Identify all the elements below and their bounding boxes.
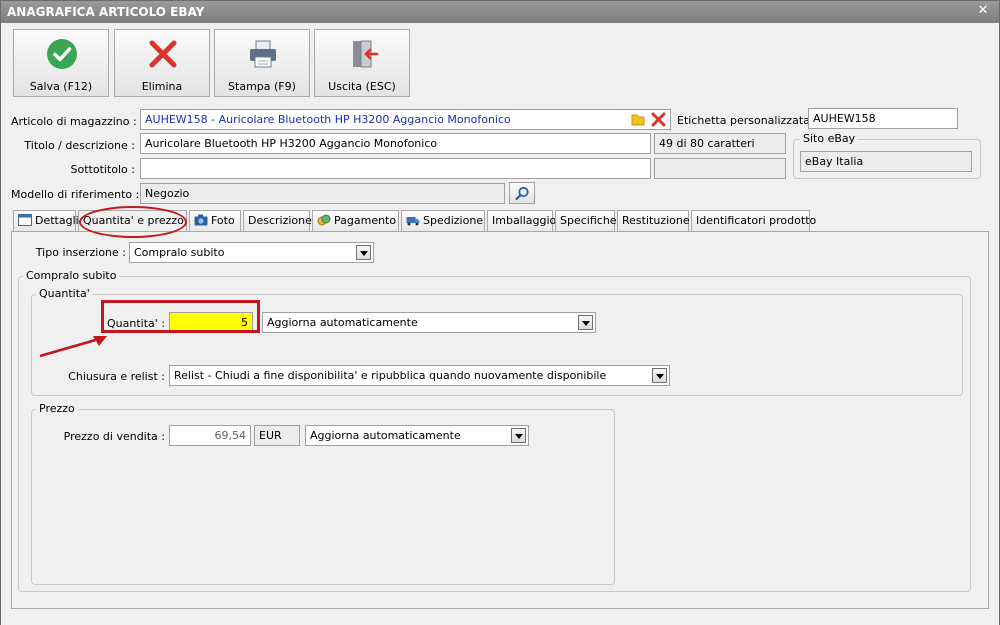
sito-ebay-group: Sito eBay eBay Italia <box>793 132 981 179</box>
search-icon <box>515 186 529 201</box>
tab-dettagli[interactable]: Dettagli <box>13 210 79 232</box>
char-count-text: 49 di 80 caratteri <box>659 137 755 150</box>
prezzo-mode-value: Aggiorna automaticamente <box>310 429 461 442</box>
tab-pagamento[interactable]: Pagamento <box>312 210 399 232</box>
prezzo-group-title: Prezzo <box>36 402 78 415</box>
delete-label: Elimina <box>141 80 183 93</box>
sito-ebay-value: eBay Italia <box>805 155 864 168</box>
sito-ebay-field: eBay Italia <box>800 151 972 172</box>
printer-icon <box>250 40 276 68</box>
exit-label: Uscita (ESC) <box>328 80 396 93</box>
currency-value: EUR <box>259 429 282 442</box>
tab-spedizione[interactable]: Spedizione <box>401 210 485 232</box>
details-icon <box>18 214 32 226</box>
prezzo-label: Prezzo di vendita : <box>63 430 165 443</box>
etichetta-field[interactable]: AUHEW158 <box>808 108 958 129</box>
chiusura-relist-select[interactable]: Relist - Chiudi a fine disponibilita' e … <box>169 365 670 386</box>
exit-button[interactable]: Uscita (ESC) <box>314 29 410 97</box>
tab-quantita-prezzo[interactable]: Quantita' e prezzo <box>78 210 187 233</box>
compralo-subito-title: Compralo subito <box>23 269 120 282</box>
tab-pagamento-label: Pagamento <box>334 214 397 227</box>
prezzo-field[interactable]: 69,54 <box>169 425 251 446</box>
tab-imballaggio[interactable]: Imballaggio <box>487 210 557 232</box>
save-button[interactable]: Salva (F12) <box>13 29 109 97</box>
quantita-field[interactable]: 5 <box>169 312 253 333</box>
modello-field: Negozio <box>140 183 505 204</box>
payment-icon <box>317 214 331 226</box>
titolo-field[interactable]: Auricolare Bluetooth HP H3200 Aggancio M… <box>140 133 651 154</box>
tab-restituzione[interactable]: Restituzione <box>617 210 690 232</box>
prezzo-group: Prezzo Prezzo di vendita : 69,54 EUR Agg… <box>31 402 615 585</box>
shipping-icon <box>406 217 420 226</box>
tipo-inserzione-label: Tipo inserzione : <box>35 246 126 259</box>
tab-imballaggio-label: Imballaggio <box>492 214 557 227</box>
save-label: Salva (F12) <box>29 80 93 93</box>
chevron-down-icon[interactable] <box>578 315 593 330</box>
titolo-label: Titolo / descrizione : <box>24 139 135 152</box>
tab-identificatori-prodotto-label: Identificatori prodotto <box>696 214 817 227</box>
folder-icon[interactable] <box>631 113 646 126</box>
modello-value: Negozio <box>145 187 190 200</box>
chevron-down-icon[interactable] <box>356 245 371 260</box>
tipo-inserzione-value: Compralo subito <box>134 246 225 259</box>
char-count: 49 di 80 caratteri <box>654 133 786 154</box>
articolo-value: AUHEW158 - Auricolare Bluetooth HP H3200… <box>145 113 511 126</box>
titolo-value: Auricolare Bluetooth HP H3200 Aggancio M… <box>145 137 438 150</box>
exit-door-icon <box>353 40 379 68</box>
print-label: Stampa (F9) <box>228 80 296 93</box>
tab-panel-quantita-prezzo: Tipo inserzione : Compralo subito Compra… <box>11 231 989 609</box>
tab-restituzione-label: Restituzione <box>622 214 690 227</box>
quantita-label: Quantita' : <box>107 317 165 330</box>
sottotitolo-field[interactable] <box>140 158 651 179</box>
etichetta-value: AUHEW158 <box>813 112 876 125</box>
x-delete-icon <box>149 40 177 68</box>
tab-identificatori-prodotto[interactable]: Identificatori prodotto <box>691 210 816 232</box>
sito-ebay-title: Sito eBay <box>800 132 859 145</box>
tab-spedizione-label: Spedizione <box>423 214 484 227</box>
quantita-mode-select[interactable]: Aggiorna automaticamente <box>262 312 596 333</box>
modello-label: Modello di riferimento : <box>11 188 140 201</box>
delete-button[interactable]: Elimina <box>114 29 210 97</box>
prezzo-value: 69,54 <box>214 429 247 442</box>
chevron-down-icon[interactable] <box>511 428 526 443</box>
quantita-group-title: Quantita' <box>36 287 93 300</box>
tab-specifiche[interactable]: Specifiche <box>555 210 617 232</box>
clear-x-icon[interactable] <box>651 112 666 127</box>
chevron-down-icon[interactable] <box>652 368 667 383</box>
status-bar <box>1 613 999 625</box>
sottotitolo-count <box>654 158 786 179</box>
tab-quantita-prezzo-label: Quantita' e prezzo <box>83 214 184 227</box>
window-title: ANAGRAFICA ARTICOLO EBAY <box>7 5 205 19</box>
chiusura-relist-value: Relist - Chiudi a fine disponibilita' e … <box>174 369 607 382</box>
chiusura-relist-label: Chiusura e relist : <box>68 370 165 383</box>
tab-descrizione-label: Descrizione <box>248 214 312 227</box>
tab-specifiche-label: Specifiche <box>560 214 617 227</box>
quantita-value: 5 <box>241 316 248 329</box>
ebay-item-window: ANAGRAFICA ARTICOLO EBAY ✕ Salva (F12) E… <box>0 0 1000 625</box>
tab-descrizione[interactable]: Descrizione <box>243 210 312 232</box>
prezzo-mode-select[interactable]: Aggiorna automaticamente <box>305 425 529 446</box>
etichetta-label: Etichetta personalizzata : <box>677 114 818 127</box>
checkmark-icon <box>47 39 77 69</box>
arrow-annotation-icon <box>39 336 107 358</box>
currency-field: EUR <box>254 425 300 446</box>
print-button[interactable]: Stampa (F9) <box>214 29 310 97</box>
sottotitolo-label: Sottotitolo : <box>70 163 135 176</box>
tab-foto[interactable]: Foto <box>189 210 241 232</box>
compralo-subito-group: Compralo subito Quantita' Quantita' : 5 … <box>18 269 971 592</box>
quantita-mode-value: Aggiorna automaticamente <box>267 316 418 329</box>
articolo-label: Articolo di magazzino : <box>11 115 137 128</box>
tipo-inserzione-select[interactable]: Compralo subito <box>129 242 374 263</box>
modello-search-button[interactable] <box>509 182 535 204</box>
tab-foto-label: Foto <box>211 214 235 227</box>
close-icon[interactable]: ✕ <box>975 3 991 19</box>
camera-icon <box>194 214 208 226</box>
quantita-group: Quantita' Quantita' : 5 Aggiorna automat… <box>31 287 963 396</box>
title-bar: ANAGRAFICA ARTICOLO EBAY ✕ <box>1 1 999 23</box>
tab-dettagli-label: Dettagli <box>35 214 79 227</box>
articolo-field[interactable]: AUHEW158 - Auricolare Bluetooth HP H3200… <box>140 109 671 130</box>
